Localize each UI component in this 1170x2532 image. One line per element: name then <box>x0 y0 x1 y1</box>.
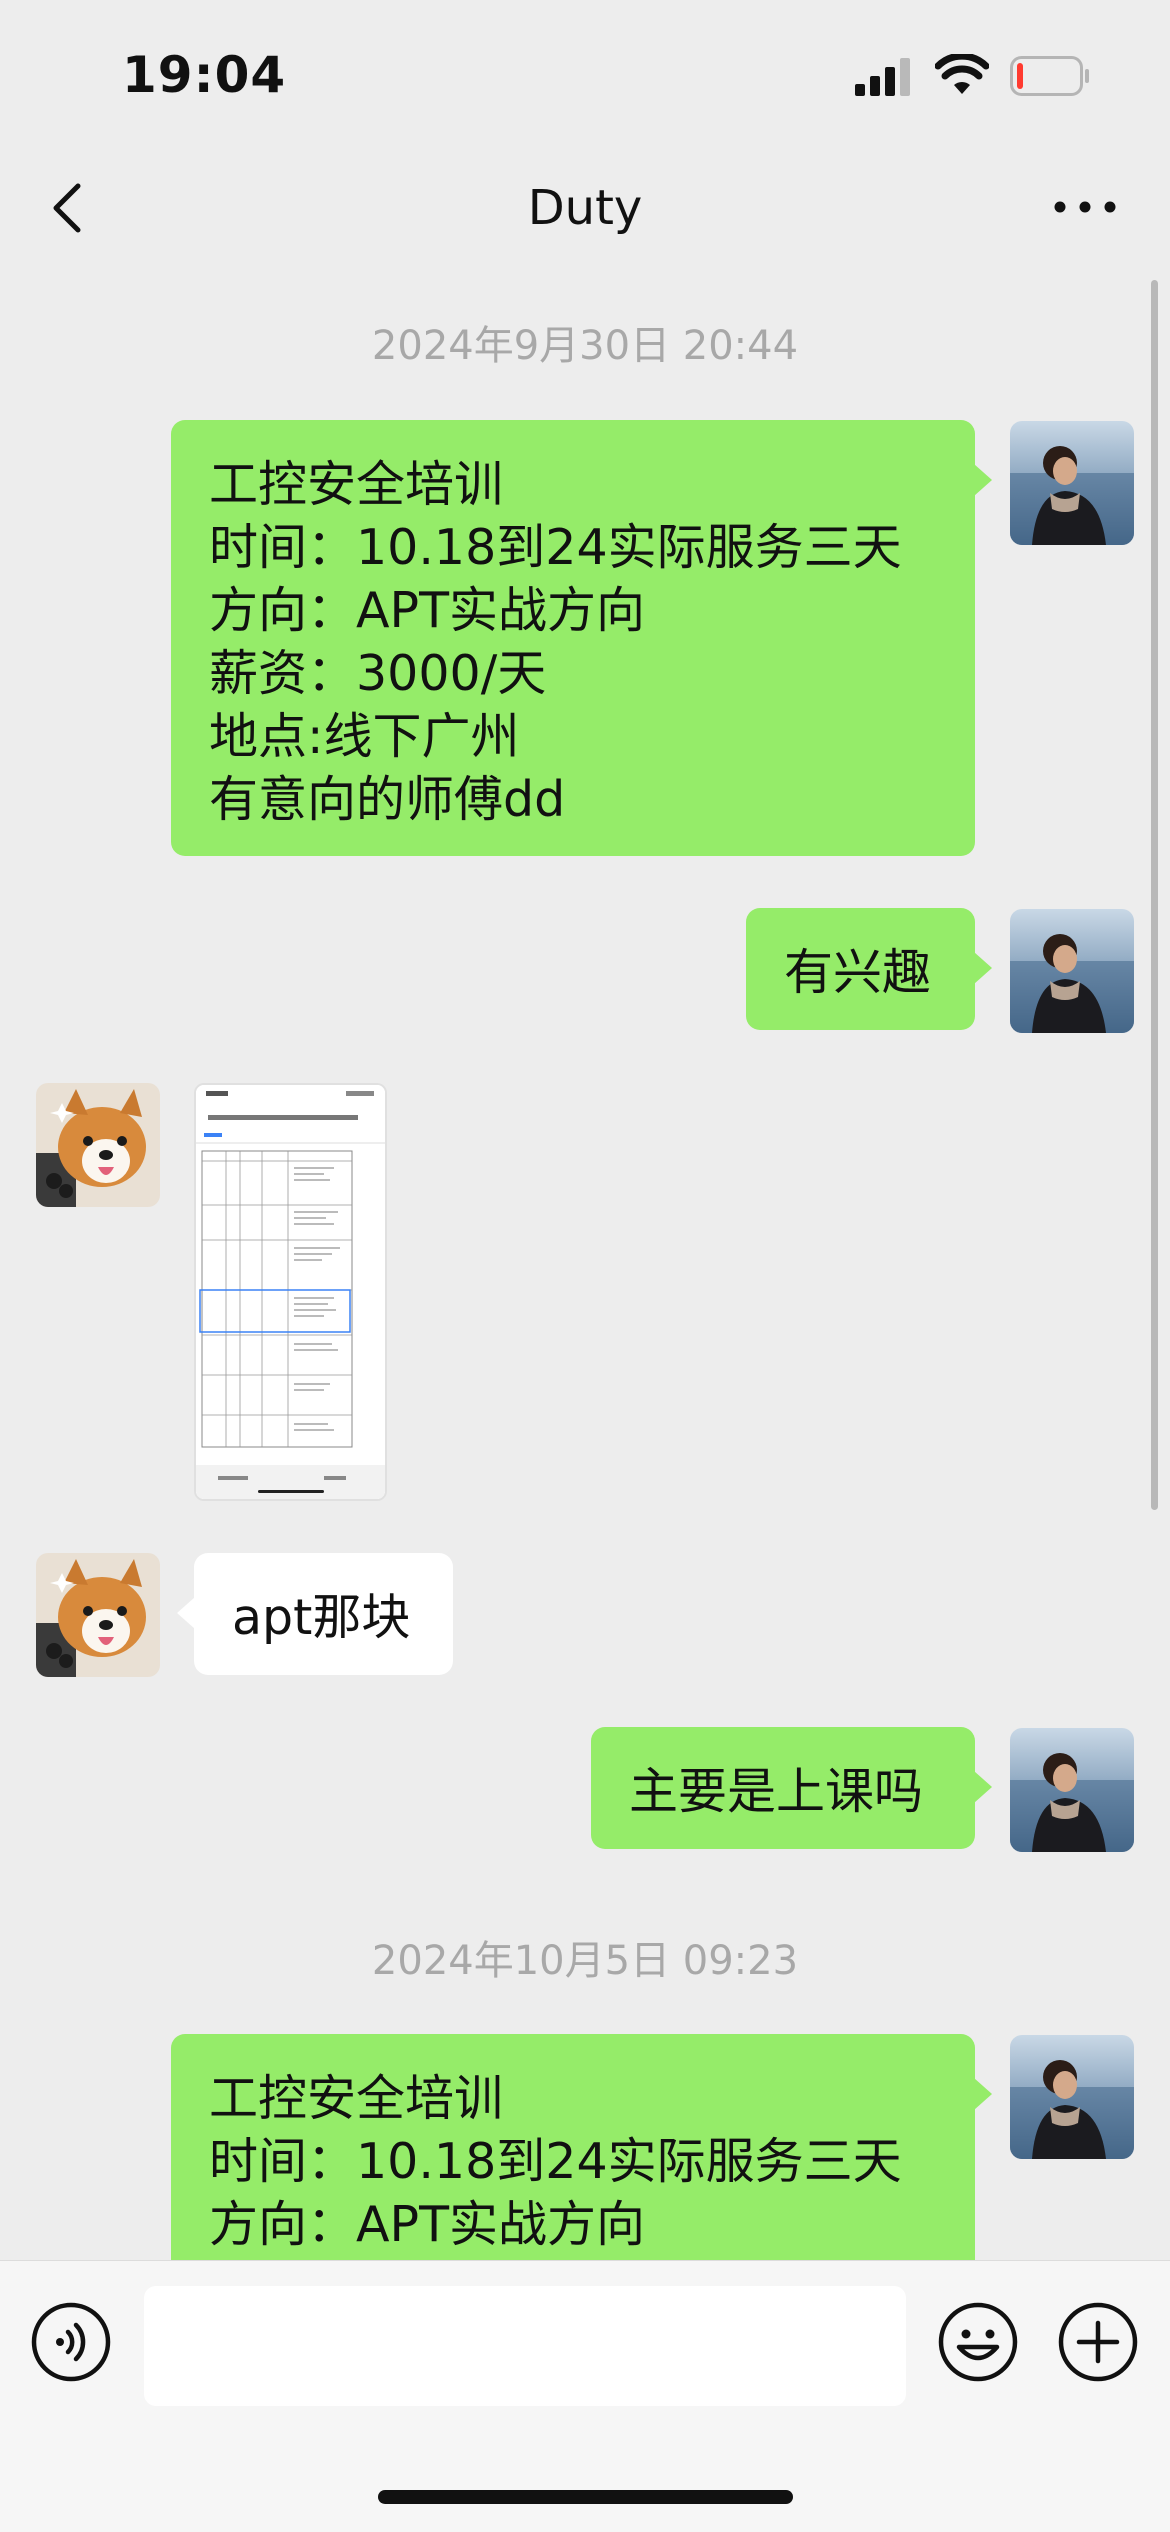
my-avatar[interactable] <box>1010 2035 1134 2159</box>
battery-icon <box>1010 56 1089 96</box>
message-text: 有兴趣 <box>784 944 932 1001</box>
plus-icon[interactable] <box>1057 2301 1139 2383</box>
message-line: 工控安全培训 <box>209 2070 504 2127</box>
timestamp: 2024年10月5日 09:23 <box>371 1938 799 1984</box>
my-avatar[interactable] <box>1010 421 1134 545</box>
message-line: 时间：10.18到24实际服务三天 <box>209 2133 902 2190</box>
message-line: 工控安全培训 <box>209 456 504 513</box>
scrollbar[interactable] <box>1151 280 1158 1510</box>
message-bubble-received[interactable]: apt那块 <box>177 1553 453 1675</box>
voice-icon[interactable] <box>30 2301 112 2383</box>
message-input[interactable] <box>144 2286 906 2406</box>
timestamp: 2024年9月30日 20:44 <box>371 323 799 369</box>
message-line: 有意向的师傅dd <box>209 771 566 828</box>
message-line: 时间：10.18到24实际服务三天 <box>209 519 902 576</box>
contact-avatar[interactable] <box>36 1553 160 1677</box>
message-bubble-sent[interactable]: 有兴趣 <box>746 908 992 1030</box>
my-avatar[interactable] <box>1010 1728 1134 1852</box>
chat-title: Duty <box>527 180 643 236</box>
status-time: 19:04 <box>122 46 287 104</box>
message-line: 薪资：3000/天 <box>209 645 547 702</box>
spreadsheet-thumbnail <box>196 1085 385 1499</box>
message-line: 方向：APT实战方向 <box>209 2196 645 2253</box>
more-icon[interactable] <box>1050 182 1120 232</box>
contact-avatar[interactable] <box>36 1083 160 1207</box>
wifi-icon <box>935 54 989 94</box>
home-indicator[interactable] <box>378 2490 793 2504</box>
message-bubble-sent[interactable]: 主要是上课吗 <box>591 1727 992 1849</box>
message-text: 主要是上课吗 <box>629 1763 924 1820</box>
nav-bar: Duty <box>0 140 1170 270</box>
message-bubble-sent[interactable]: 工控安全培训 时间：10.18到24实际服务三天 方向：APT实战方向 薪资：3… <box>171 420 992 856</box>
message-line: 方向：APT实战方向 <box>209 582 645 639</box>
message-text: apt那块 <box>232 1589 411 1646</box>
my-avatar[interactable] <box>1010 909 1134 1033</box>
message-line: 地点:线下广州 <box>209 708 520 765</box>
status-bar: 19:04 <box>0 0 1170 140</box>
emoji-icon[interactable] <box>937 2301 1019 2383</box>
cellular-signal-icon <box>855 58 910 96</box>
image-message[interactable] <box>194 1083 387 1501</box>
